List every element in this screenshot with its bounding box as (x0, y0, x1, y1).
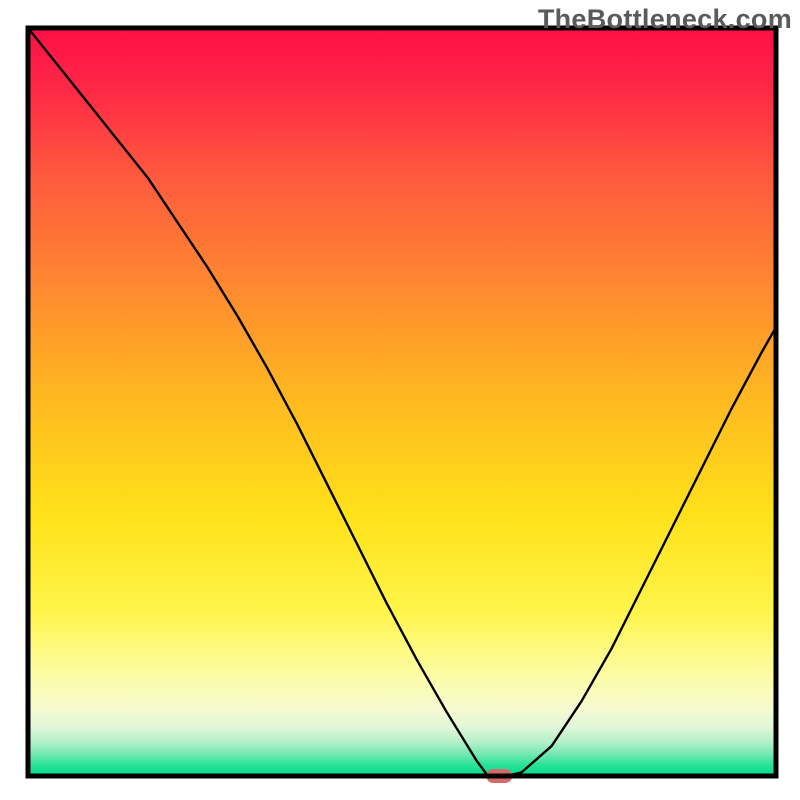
chart-container: TheBottleneck.com (0, 0, 800, 800)
watermark-text: TheBottleneck.com (538, 4, 792, 35)
bottleneck-chart (0, 0, 800, 800)
plot-area (28, 28, 776, 776)
